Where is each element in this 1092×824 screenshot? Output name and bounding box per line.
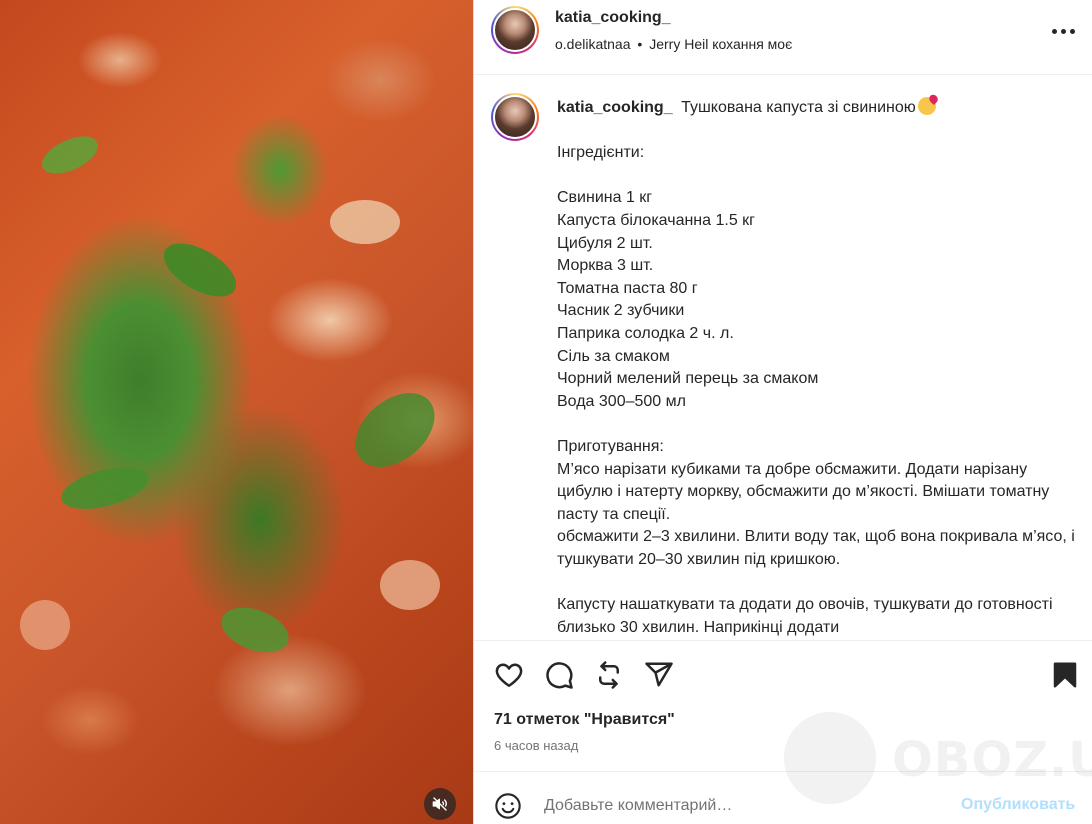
caption-line <box>557 413 1077 436</box>
avatar-photo <box>493 8 537 52</box>
caption-line: Свинина 1 кг <box>557 189 653 207</box>
author-username[interactable]: katia_cooking_ <box>555 9 671 27</box>
audio-info: o.delikatnaa • Jerry Heil кохання моє <box>555 36 792 52</box>
media-detail <box>215 599 295 661</box>
post-timestamp[interactable]: 6 часов назад <box>494 738 578 753</box>
post-comment-button[interactable]: Опубликовать <box>961 796 1075 814</box>
media-detail <box>380 560 440 610</box>
media-detail <box>341 378 449 482</box>
caption-username[interactable]: katia_cooking_ <box>557 99 673 116</box>
caption-body: Інгредієнти: Свинина 1 кг Капуста білокача… <box>557 120 1077 640</box>
bookmark-icon[interactable] <box>1050 660 1080 690</box>
more-options-button[interactable] <box>1052 24 1078 38</box>
post-side-panel: katia_cooking_ o.delikatnaa • Jerry Heil… <box>473 0 1092 824</box>
caption-line: Капусту нашаткувати та додати до овочів,… <box>557 596 1057 636</box>
post-caption: katia_cooking_ Тушкована капуста зі свин… <box>474 75 1092 641</box>
author-avatar[interactable] <box>491 6 539 54</box>
caption-title: Тушкована капуста зі свининою <box>681 99 916 116</box>
separator-dot: • <box>637 36 643 52</box>
caption-line: Вода 300–500 мл <box>557 392 686 410</box>
caption-line <box>557 165 1077 188</box>
smiling-face-with-hearts-icon <box>917 97 936 115</box>
comment-input[interactable] <box>544 794 944 818</box>
caption-line: Приготування: <box>557 437 664 455</box>
caption-line <box>557 120 1077 143</box>
caption-line: Томатна паста 80 г <box>557 279 698 297</box>
likes-count[interactable]: 71 отметок "Нравится" <box>494 711 675 729</box>
caption-line: Чорний мелений перець за смаком <box>557 370 819 388</box>
media-detail <box>330 200 400 244</box>
more-dot <box>1070 28 1075 34</box>
post-actions <box>474 642 1092 706</box>
mute-button[interactable] <box>424 788 456 820</box>
media-detail <box>155 232 245 308</box>
heart-icon[interactable] <box>494 660 524 690</box>
share-icon[interactable] <box>644 660 674 690</box>
emoji-picker-icon[interactable] <box>494 792 522 820</box>
comment-bar: Опубликовать <box>474 771 1092 824</box>
avatar-photo <box>493 95 537 139</box>
caption-line: Капуста білокачанна 1.5 кг <box>557 211 755 229</box>
post-header: katia_cooking_ o.delikatnaa • Jerry Heil… <box>474 0 1092 75</box>
post-media[interactable] <box>0 0 473 824</box>
caption-line: Часник 2 зубчики <box>557 302 685 320</box>
media-detail <box>56 458 154 518</box>
caption-author-avatar[interactable] <box>491 93 539 141</box>
caption-line: Морква 3 шт. <box>557 257 654 275</box>
speaker-muted-icon <box>432 797 447 811</box>
caption-line: обсмажити 2–3 хвилини. Влити воду так, щ… <box>557 528 1080 568</box>
comment-icon[interactable] <box>544 660 574 690</box>
repost-icon[interactable] <box>594 660 624 690</box>
caption-line: М’ясо нарізати кубиками та добре обсмажи… <box>557 460 1054 523</box>
caption-line <box>557 571 1077 594</box>
media-detail <box>36 128 104 182</box>
audio-title-link[interactable]: Jerry Heil кохання моє <box>649 36 792 52</box>
caption-text: katia_cooking_ Тушкована капуста зі свин… <box>557 97 1077 639</box>
caption-line: Сіль за смаком <box>557 347 670 365</box>
audio-source-link[interactable]: o.delikatnaa <box>555 36 631 52</box>
caption-line: Цибуля 2 шт. <box>557 234 653 252</box>
caption-line: Паприка солодка 2 ч. л. <box>557 324 734 342</box>
media-detail <box>20 600 70 650</box>
caption-title-line: katia_cooking_ Тушкована капуста зі свин… <box>557 97 1077 120</box>
more-dot <box>1061 28 1066 34</box>
more-dot <box>1052 28 1057 34</box>
caption-line: Інгредієнти: <box>557 144 645 162</box>
